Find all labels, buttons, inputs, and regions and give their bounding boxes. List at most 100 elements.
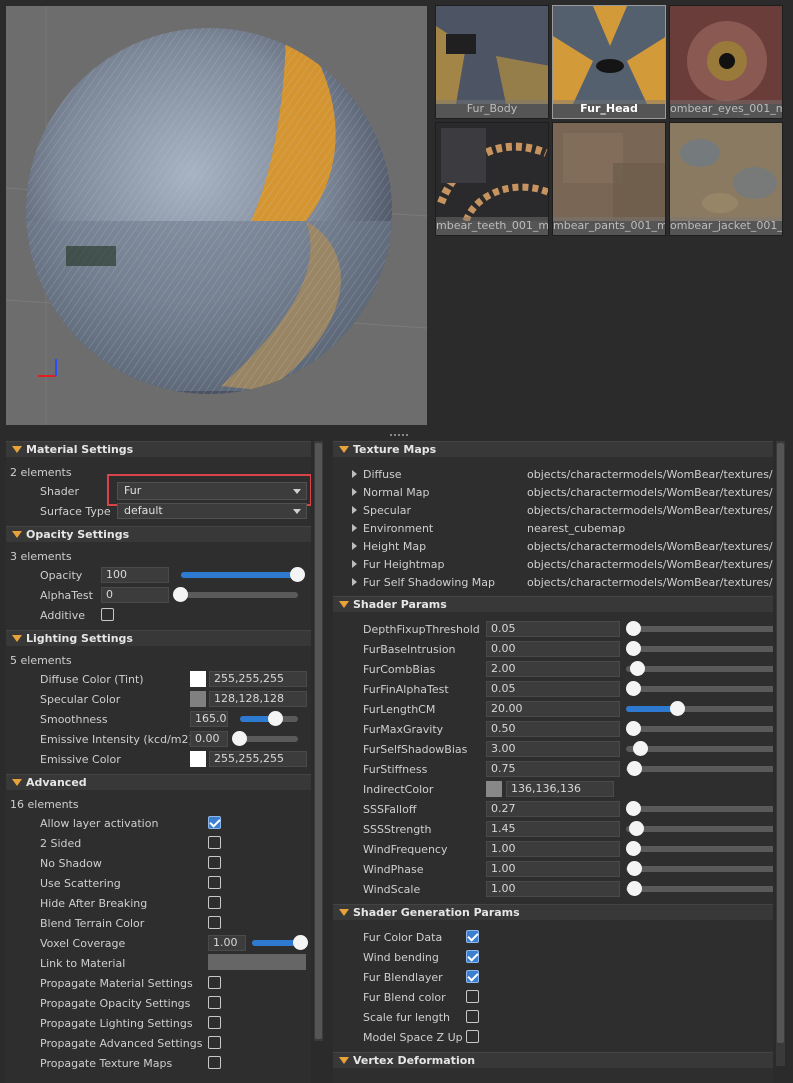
shader-param-slider[interactable] bbox=[626, 861, 773, 877]
expand-arrow-icon[interactable] bbox=[352, 542, 357, 550]
propagate-opacity-checkbox[interactable] bbox=[208, 996, 221, 1009]
opacity-settings-header[interactable]: Opacity Settings bbox=[6, 526, 311, 542]
voxel-coverage-slider[interactable] bbox=[252, 935, 308, 951]
emissive-color-input[interactable]: 255,255,255 bbox=[209, 751, 307, 767]
propagate-texture-checkbox[interactable] bbox=[208, 1056, 221, 1069]
texture-path[interactable]: objects/charactermodels/WomBear/textures… bbox=[527, 558, 773, 571]
shader-param-input[interactable]: 1.00 bbox=[486, 861, 620, 877]
scale-fur-length-checkbox[interactable] bbox=[466, 1010, 479, 1023]
shader-param-slider[interactable] bbox=[626, 681, 773, 697]
slider-knob[interactable] bbox=[290, 567, 305, 582]
slider-knob[interactable] bbox=[626, 801, 641, 816]
shader-param-input[interactable]: 0.05 bbox=[486, 621, 620, 637]
indirect-color-swatch[interactable] bbox=[486, 781, 502, 797]
use-scattering-checkbox[interactable] bbox=[208, 876, 221, 889]
slider-knob[interactable] bbox=[232, 731, 247, 746]
right-panel-scrollbar[interactable] bbox=[776, 441, 785, 1066]
emissive-color-swatch[interactable] bbox=[190, 751, 206, 767]
expand-arrow-icon[interactable] bbox=[352, 560, 357, 568]
blend-terrain-color-checkbox[interactable] bbox=[208, 916, 221, 929]
propagate-lighting-checkbox[interactable] bbox=[208, 1016, 221, 1029]
slider-knob[interactable] bbox=[630, 661, 646, 676]
shader-param-input[interactable]: 3.00 bbox=[486, 741, 620, 757]
slider-knob[interactable] bbox=[627, 761, 643, 776]
slider-knob[interactable] bbox=[626, 721, 641, 736]
slider-knob[interactable] bbox=[626, 681, 641, 696]
lighting-settings-header[interactable]: Lighting Settings bbox=[6, 630, 311, 646]
link-to-material-input[interactable] bbox=[208, 954, 306, 970]
emissive-intensity-input[interactable]: 0.00 bbox=[190, 731, 228, 747]
smoothness-slider[interactable] bbox=[240, 711, 298, 727]
thumbnail-fur-body[interactable]: Fur_Body bbox=[435, 5, 549, 119]
voxel-coverage-input[interactable]: 1.00 bbox=[208, 935, 246, 951]
texture-path[interactable]: objects/charactermodels/WomBear/textures… bbox=[527, 504, 773, 517]
thumbnail-eyes[interactable]: ombear_eyes_001_m bbox=[669, 5, 783, 119]
alphatest-slider[interactable] bbox=[173, 587, 298, 603]
shader-param-slider[interactable] bbox=[626, 801, 773, 817]
no-shadow-checkbox[interactable] bbox=[208, 856, 221, 869]
slider-knob[interactable] bbox=[626, 841, 641, 856]
expand-arrow-icon[interactable] bbox=[352, 524, 357, 532]
shader-param-slider[interactable] bbox=[626, 881, 773, 897]
hide-after-breaking-checkbox[interactable] bbox=[208, 896, 221, 909]
slider-knob[interactable] bbox=[626, 641, 641, 656]
model-space-z-up-checkbox[interactable] bbox=[466, 1030, 479, 1043]
shader-param-input[interactable]: 20.00 bbox=[486, 701, 620, 717]
slider-knob[interactable] bbox=[627, 861, 643, 876]
left-panel-scrollbar[interactable] bbox=[314, 441, 323, 1041]
thumbnail-pants[interactable]: mbear_pants_001_m bbox=[552, 122, 666, 236]
specular-color-swatch[interactable] bbox=[190, 691, 206, 707]
shader-param-slider[interactable] bbox=[626, 841, 773, 857]
alphatest-input[interactable]: 0 bbox=[101, 587, 169, 603]
wind-bending-checkbox[interactable] bbox=[466, 950, 479, 963]
expand-arrow-icon[interactable] bbox=[352, 506, 357, 514]
slider-knob[interactable] bbox=[669, 701, 685, 716]
expand-arrow-icon[interactable] bbox=[352, 470, 357, 478]
thumbnail-teeth[interactable]: mbear_teeth_001_m bbox=[435, 122, 549, 236]
specular-color-input[interactable]: 128,128,128 bbox=[209, 691, 307, 707]
shader-param-slider[interactable] bbox=[626, 761, 773, 777]
diffuse-color-swatch[interactable] bbox=[190, 671, 206, 687]
shader-params-header[interactable]: Shader Params bbox=[333, 596, 773, 612]
shader-param-slider[interactable] bbox=[626, 721, 773, 737]
expand-arrow-icon[interactable] bbox=[352, 578, 357, 586]
fur-blendlayer-checkbox[interactable] bbox=[466, 970, 479, 983]
material-settings-header[interactable]: Material Settings bbox=[6, 441, 311, 457]
shader-param-input[interactable]: 1.00 bbox=[486, 881, 620, 897]
allow-layer-activation-checkbox[interactable] bbox=[208, 816, 221, 829]
thumbnail-fur-head[interactable]: Fur_Head bbox=[552, 5, 666, 119]
shader-param-slider[interactable] bbox=[626, 621, 773, 637]
shader-param-slider[interactable] bbox=[626, 821, 773, 837]
expand-arrow-icon[interactable] bbox=[352, 488, 357, 496]
texture-maps-header[interactable]: Texture Maps bbox=[333, 441, 773, 457]
shader-param-slider[interactable] bbox=[626, 661, 773, 677]
smoothness-input[interactable]: 165.00 bbox=[190, 711, 228, 727]
texture-path[interactable]: nearest_cubemap bbox=[527, 522, 625, 535]
texture-path[interactable]: objects/charactermodels/WomBear/textures… bbox=[527, 540, 773, 553]
shader-param-input[interactable]: 0.00 bbox=[486, 641, 620, 657]
diffuse-color-input[interactable]: 255,255,255 bbox=[209, 671, 307, 687]
two-sided-checkbox[interactable] bbox=[208, 836, 221, 849]
vertex-deformation-header[interactable]: Vertex Deformation bbox=[333, 1052, 773, 1068]
shader-param-input[interactable]: 0.75 bbox=[486, 761, 620, 777]
additive-checkbox[interactable] bbox=[101, 608, 114, 621]
slider-knob[interactable] bbox=[293, 935, 308, 950]
fur-blend-color-checkbox[interactable] bbox=[466, 990, 479, 1003]
fur-color-data-checkbox[interactable] bbox=[466, 930, 479, 943]
shader-param-input[interactable]: 2.00 bbox=[486, 661, 620, 677]
slider-knob[interactable] bbox=[633, 741, 649, 756]
shader-param-slider[interactable] bbox=[626, 741, 773, 757]
viewport-splitter[interactable] bbox=[390, 428, 410, 436]
shader-generation-header[interactable]: Shader Generation Params bbox=[333, 904, 773, 920]
slider-knob[interactable] bbox=[267, 711, 283, 726]
indirect-color-input[interactable]: 136,136,136 bbox=[506, 781, 614, 797]
surface-type-dropdown[interactable]: default bbox=[117, 503, 307, 519]
slider-knob[interactable] bbox=[626, 621, 641, 636]
opacity-input[interactable]: 100 bbox=[101, 567, 169, 583]
shader-param-input[interactable]: 0.50 bbox=[486, 721, 620, 737]
scrollbar-thumb[interactable] bbox=[315, 443, 322, 1039]
texture-path[interactable]: objects/charactermodels/WomBear/textures… bbox=[527, 576, 773, 589]
texture-path[interactable]: objects/charactermodels/WomBear/textures… bbox=[527, 468, 773, 481]
thumbnail-jacket[interactable]: ombear_jacket_001_m bbox=[669, 122, 783, 236]
scrollbar-thumb[interactable] bbox=[777, 443, 784, 1043]
